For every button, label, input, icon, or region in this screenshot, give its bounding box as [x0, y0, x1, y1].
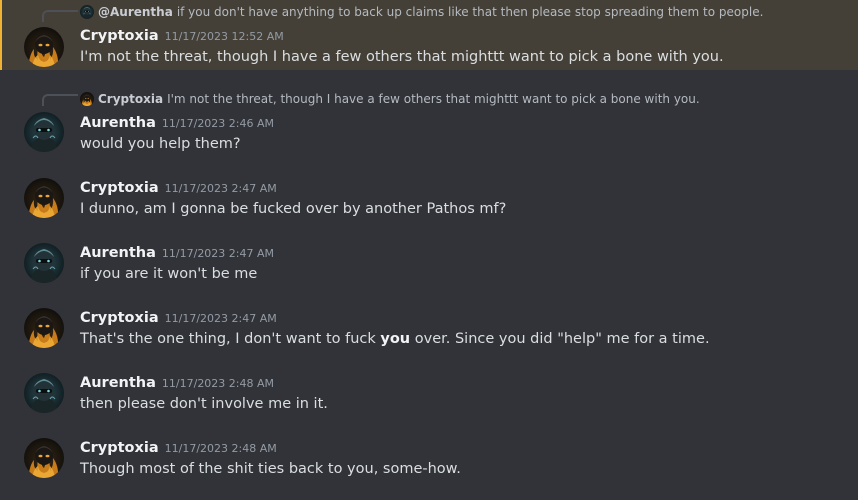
reply-author[interactable]: Cryptoxia	[98, 92, 163, 106]
timestamp[interactable]: 11/17/2023 2:48 AM	[162, 377, 274, 390]
content-text: over. Since you did "help" me for a time…	[410, 331, 710, 347]
timestamp[interactable]: 11/17/2023 2:47 AM	[162, 247, 274, 260]
username[interactable]: Cryptoxia	[80, 28, 159, 44]
message-header: Cryptoxia 11/17/2023 2:47 AM	[80, 308, 277, 328]
message-content: That's the one thing, I don't want to fu…	[80, 329, 710, 349]
cryptoxia-avatar-icon	[80, 92, 94, 106]
cryptoxia-avatar-icon[interactable]	[24, 438, 64, 478]
timestamp[interactable]: 11/17/2023 2:47 AM	[165, 182, 277, 195]
message-header: Aurentha 11/17/2023 2:48 AM	[80, 373, 274, 393]
message-item[interactable]: Cryptoxia I'm not the threat, though I ha…	[0, 88, 858, 158]
message-item[interactable]: Aurentha 11/17/2023 2:47 AM if you are it…	[0, 237, 858, 293]
message-item[interactable]: Cryptoxia 11/17/2023 2:48 AM Though most …	[0, 432, 858, 488]
content-text: That's the one thing, I don't want to fu…	[80, 331, 381, 347]
reply-spine	[42, 10, 78, 22]
aurentha-avatar-icon[interactable]	[24, 373, 64, 413]
reply-preview[interactable]: @Aurentha if you don't have anything to b…	[80, 4, 763, 20]
reply-text: I'm not the threat, though I have a few …	[167, 92, 700, 106]
message-content: I'm not the threat, though I have a few …	[80, 49, 724, 65]
content-bold: you	[380, 331, 411, 347]
message-content: Though most of the shit ties back to you…	[80, 461, 461, 477]
timestamp[interactable]: 11/17/2023 2:46 AM	[162, 117, 274, 130]
reply-spine	[42, 94, 78, 106]
message-header: Cryptoxia 11/17/2023 12:52 AM	[80, 26, 284, 46]
username[interactable]: Aurentha	[80, 115, 156, 131]
chat-messages: @Aurentha if you don't have anything to b…	[0, 0, 858, 500]
message-header: Cryptoxia 11/17/2023 2:48 AM	[80, 438, 277, 458]
username[interactable]: Cryptoxia	[80, 310, 159, 326]
message-content: if you are it won't be me	[80, 266, 258, 282]
username[interactable]: Aurentha	[80, 245, 156, 261]
message-content: would you help them?	[80, 136, 241, 152]
aurentha-avatar-icon[interactable]	[24, 243, 64, 283]
message-header: Cryptoxia 11/17/2023 2:47 AM	[80, 178, 277, 198]
username[interactable]: Aurentha	[80, 375, 156, 391]
reply-preview[interactable]: Cryptoxia I'm not the threat, though I ha…	[80, 91, 700, 107]
aurentha-avatar-icon	[80, 5, 94, 19]
message-item[interactable]: Cryptoxia 11/17/2023 2:47 AM I dunno, am …	[0, 172, 858, 228]
timestamp[interactable]: 11/17/2023 12:52 AM	[165, 30, 284, 43]
aurentha-avatar-icon[interactable]	[24, 112, 64, 152]
message-item[interactable]: Aurentha 11/17/2023 2:48 AM then please d…	[0, 367, 858, 423]
timestamp[interactable]: 11/17/2023 2:47 AM	[165, 312, 277, 325]
message-content: then please don't involve me in it.	[80, 396, 328, 412]
message-header: Aurentha 11/17/2023 2:46 AM	[80, 113, 274, 133]
message-header: Aurentha 11/17/2023 2:47 AM	[80, 243, 274, 263]
message-content: I dunno, am I gonna be fucked over by an…	[80, 201, 507, 217]
username[interactable]: Cryptoxia	[80, 180, 159, 196]
reply-text: if you don't have anything to back up cl…	[176, 5, 764, 19]
message-item[interactable]: Cryptoxia 11/17/2023 2:47 AM That's the o…	[0, 302, 858, 358]
message-item[interactable]: @Aurentha if you don't have anything to b…	[0, 0, 858, 70]
cryptoxia-avatar-icon[interactable]	[24, 27, 64, 67]
cryptoxia-avatar-icon[interactable]	[24, 308, 64, 348]
username[interactable]: Cryptoxia	[80, 440, 159, 456]
timestamp[interactable]: 11/17/2023 2:48 AM	[165, 442, 277, 455]
reply-mention[interactable]: @Aurentha	[98, 5, 173, 19]
cryptoxia-avatar-icon[interactable]	[24, 178, 64, 218]
